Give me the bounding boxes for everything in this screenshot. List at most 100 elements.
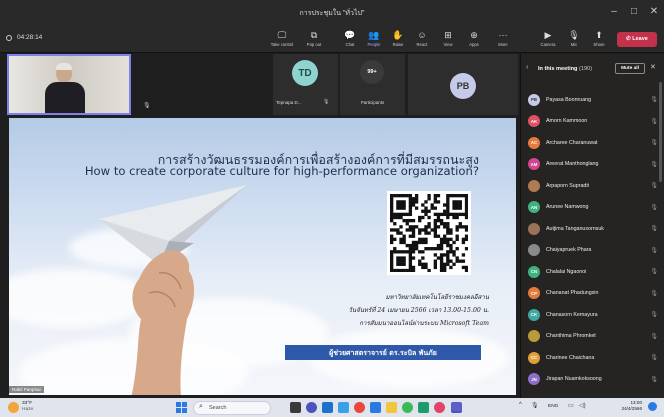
participant-row[interactable]: AN Arunee Namwong 🎙 xyxy=(528,200,658,215)
participants-caption: Participants xyxy=(360,100,385,105)
file-explorer-icon[interactable] xyxy=(386,402,397,413)
toolbar-button-label: Pop out xyxy=(306,42,322,47)
participant-row[interactable]: CC Charinee Chaichana 🎙 xyxy=(528,350,658,365)
take-control-icon: 🖵 xyxy=(277,30,287,40)
qr-code xyxy=(387,191,471,275)
teams-icon[interactable] xyxy=(451,402,462,413)
video-tile[interactable] xyxy=(7,54,131,115)
mic-off-icon: 🎙 xyxy=(568,30,580,40)
mic-muted-icon: 🎙 xyxy=(650,312,658,318)
word-icon[interactable] xyxy=(370,402,381,413)
shield-icon xyxy=(6,34,12,41)
volume-icon[interactable]: ◁) xyxy=(579,402,586,409)
toolbar-button-more[interactable]: ··· More xyxy=(489,29,517,51)
participant-row[interactable]: CP Chananat Phadungsin 🎙 xyxy=(528,286,658,301)
weather-widget[interactable]: 33°F Haze xyxy=(22,401,33,412)
toolbar-button-label: React xyxy=(416,42,428,47)
mic-muted-icon: 🎙 xyxy=(650,204,658,211)
meeting-timer: 04:28:14 xyxy=(6,34,42,41)
device-button-mic[interactable]: 🎙 Mic xyxy=(560,29,588,51)
device-button-label: Mic xyxy=(570,42,578,47)
toolbar-button-view[interactable]: ⊞ View xyxy=(434,29,462,51)
notification-icon[interactable] xyxy=(648,402,657,411)
tray-mic-icon[interactable]: 🎙 xyxy=(531,402,539,409)
network-icon[interactable]: ▭ xyxy=(568,402,574,409)
line-icon[interactable] xyxy=(418,402,429,413)
minimize-icon[interactable]: – xyxy=(604,6,624,17)
participant-avatar: AC xyxy=(528,136,540,149)
search-placeholder: Search xyxy=(209,405,227,411)
participant-row[interactable]: AC Archaree Charanuwat 🎙 xyxy=(528,135,658,150)
store-icon[interactable] xyxy=(322,402,333,413)
participant-row[interactable]: Chanthima Phromket 🎙 xyxy=(528,329,658,344)
chat-app-icon[interactable] xyxy=(306,402,317,413)
participant-row[interactable]: PB Payasa Boonruang 🎙 xyxy=(528,92,658,107)
toolbar-button-apps[interactable]: ⊕ Apps xyxy=(460,29,488,51)
mute-all-button[interactable]: Mute all xyxy=(615,63,645,74)
leave-label: Leave xyxy=(632,36,648,42)
clock-date: 24/4/2566 xyxy=(621,406,642,411)
qr-code-graphic xyxy=(390,194,469,273)
participant-row[interactable]: AM Areerat Manthonglang 🎙 xyxy=(528,157,658,172)
mic-muted-icon: 🎙 xyxy=(650,118,658,125)
toolbar-button-take-control[interactable]: 🖵 Take control xyxy=(268,29,296,51)
participant-name: Autjima Tanganusornsuk xyxy=(546,225,604,232)
office-icon[interactable] xyxy=(354,402,365,413)
participant-tile-td[interactable]: TD Tepnapa D... 🎙 xyxy=(273,54,338,115)
paint-icon[interactable] xyxy=(434,402,445,413)
panel-close-icon[interactable]: ✕ xyxy=(650,63,656,71)
mic-muted-icon: 🎙 xyxy=(143,103,151,109)
participant-name: Amorn Kammoon xyxy=(546,118,588,124)
share-icon: ⬆ xyxy=(595,30,603,40)
participant-tile-pb[interactable]: PB xyxy=(408,54,518,115)
weather-desc: Haze xyxy=(22,406,34,412)
timer-text: 04:28:14 xyxy=(17,34,43,41)
participant-avatar: AK xyxy=(528,115,540,127)
device-button-camera[interactable]: ▶ Camera xyxy=(534,29,562,51)
close-icon[interactable]: ✕ xyxy=(644,6,664,17)
panel-count: (190) xyxy=(579,66,593,72)
taskbar-search[interactable]: ⌕ Search xyxy=(193,401,271,415)
person-hair xyxy=(56,63,72,70)
camera-off-icon: ▶ xyxy=(544,30,552,40)
task-view-icon[interactable] xyxy=(290,402,301,413)
participants-count-tile[interactable]: 99+ Participants xyxy=(340,54,405,115)
toolbar-button-label: Take control xyxy=(270,42,294,47)
collapse-chevron-icon[interactable]: ‹ xyxy=(526,64,528,71)
language-indicator[interactable]: ENG xyxy=(548,404,558,409)
participant-row[interactable]: CK Chanasorn Kemayura 🎙 xyxy=(528,307,658,322)
participant-row[interactable]: Autjima Tanganusornsuk 🎙 xyxy=(528,221,658,236)
taskbar-clock[interactable]: 13:00 24/4/2566 xyxy=(612,400,642,412)
participant-name-td: Tepnapa D... xyxy=(276,100,302,105)
device-button-share[interactable]: ⬆ Share xyxy=(585,29,613,51)
participant-avatar xyxy=(528,179,540,192)
chrome-icon[interactable] xyxy=(402,402,413,413)
mail-icon[interactable] xyxy=(338,402,349,413)
participant-name: Chananat Phadungsin xyxy=(546,290,599,296)
weather-icon[interactable] xyxy=(8,402,19,413)
shared-slide[interactable]: การสร้างวัฒนธรรมองค์การเพื่อสร้างองค์การ… xyxy=(9,118,516,395)
participant-avatar: CP xyxy=(528,287,540,299)
participant-row[interactable]: CN Chalalai Ngaonoi 🎙 xyxy=(528,264,658,279)
participant-row[interactable]: Arpaporn Supradit 🎙 xyxy=(528,178,658,193)
participant-name: Chaiyapruek Phara xyxy=(546,247,592,253)
panel-scrollbar[interactable] xyxy=(659,82,662,182)
mic-muted-icon: 🎙 xyxy=(650,183,658,189)
sharer-name: Rabil Panphai xyxy=(9,386,44,393)
toolbar-button-pop-out[interactable]: ⧉ Pop out xyxy=(300,29,328,51)
participant-name: Arunee Namwong xyxy=(546,204,589,210)
mic-muted-icon: 🎙 xyxy=(650,247,658,254)
avatar-td: TD xyxy=(292,60,318,86)
pop-out-icon: ⧉ xyxy=(310,30,318,40)
avatar-pb: PB xyxy=(450,73,476,99)
windows-start-icon[interactable] xyxy=(176,402,187,413)
participant-row[interactable]: JN Jirapan Nuamkoksoong 🎙 xyxy=(528,372,658,387)
tray-chevron-up-icon[interactable]: ^ xyxy=(519,402,522,408)
toolbar-button-react[interactable]: ☺ React xyxy=(408,29,436,51)
mic-muted-icon: 🎙 xyxy=(650,290,658,297)
leave-button[interactable]: ✆ Leave xyxy=(617,32,657,47)
more-icon: ··· xyxy=(498,30,508,40)
participant-row[interactable]: AK Amorn Kammoon 🎙 xyxy=(528,114,658,129)
participant-row[interactable]: Chaiyapruek Phara 🎙 xyxy=(528,243,658,258)
maximize-icon[interactable]: □ xyxy=(624,6,644,17)
